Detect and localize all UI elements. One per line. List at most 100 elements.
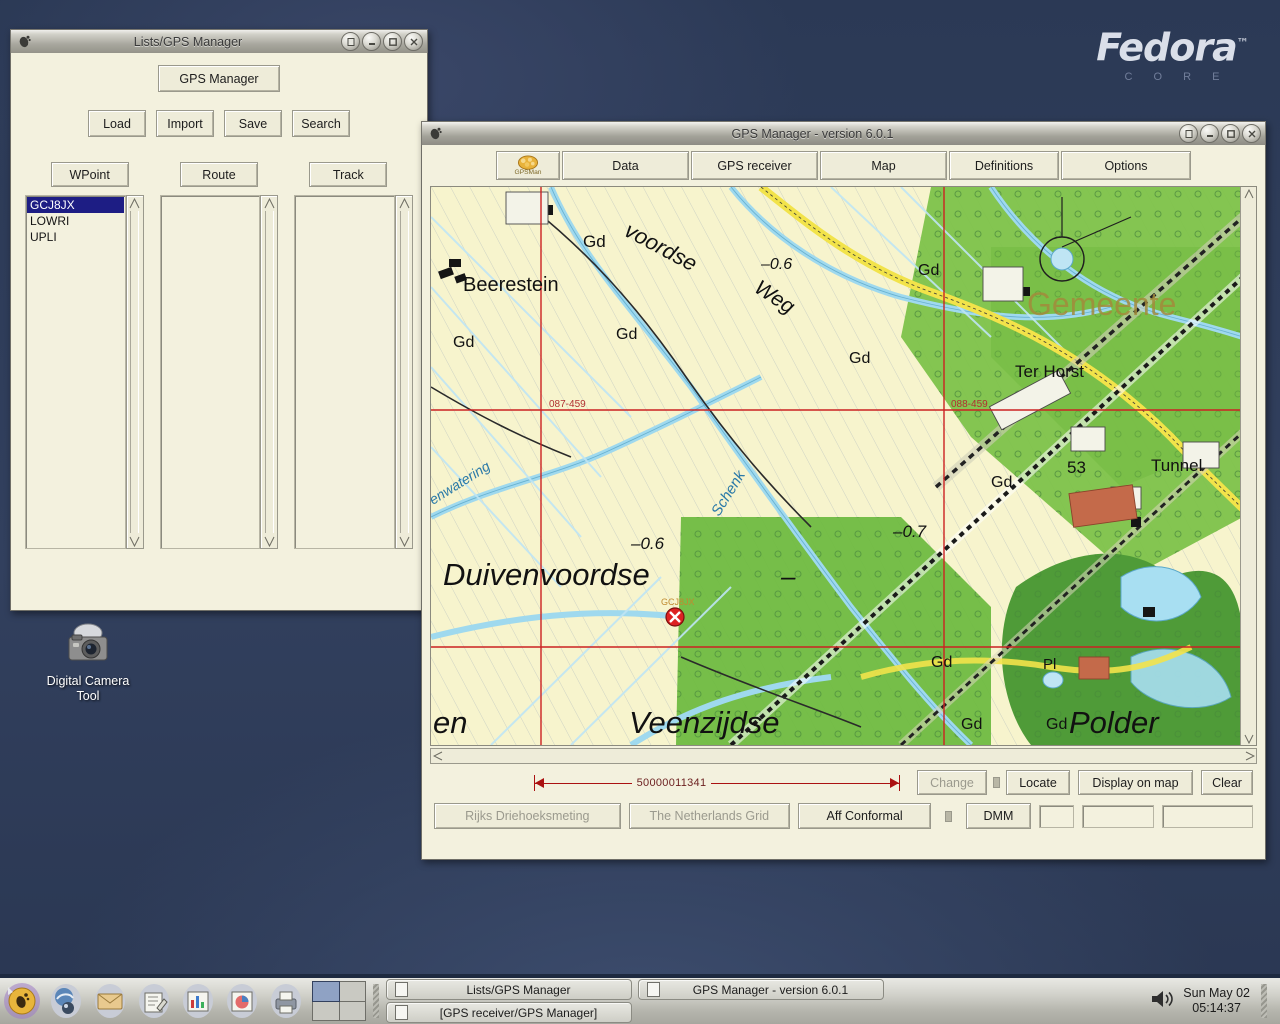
scroll-left-arrow-icon[interactable] [431, 751, 444, 761]
svg-text:53: 53 [1067, 458, 1086, 477]
window-menu-icon[interactable] [424, 124, 446, 143]
tray-grip[interactable] [1261, 984, 1267, 1018]
window-lists-gps-manager[interactable]: Lists/GPS Manager GPS Manager Load Impor… [10, 29, 428, 611]
gpsman-logo-button[interactable]: GPSMan [496, 151, 560, 180]
taskbar-item-lists-gps-manager[interactable]: Lists/GPS Manager [386, 979, 632, 1000]
digital-camera-icon [30, 618, 146, 668]
wpoint-listbox[interactable]: GCJ8JX LOWRI UPLI [25, 195, 126, 549]
scroll-trough[interactable] [399, 211, 409, 533]
workspace-2[interactable] [339, 982, 365, 1001]
netherlands-grid-button[interactable]: The Netherlands Grid [628, 803, 790, 829]
coord-field-3[interactable] [1162, 804, 1254, 828]
maximize-button[interactable] [1221, 124, 1240, 143]
locate-button[interactable]: Locate [1006, 770, 1070, 795]
wpoint-scrollbar[interactable] [125, 195, 144, 549]
gps-manager-header-button[interactable]: GPS Manager [158, 65, 280, 92]
scroll-down-arrow-icon[interactable] [397, 534, 411, 548]
clear-button[interactable]: Clear [1201, 770, 1253, 795]
dmm-button[interactable]: DMM [965, 803, 1032, 829]
email-icon[interactable] [88, 980, 132, 1022]
window-body-lists: GPS Manager Load Import Save Search WPoi… [10, 53, 428, 611]
list-item[interactable]: GCJ8JX [27, 197, 124, 213]
titlebar-gps[interactable]: GPS Manager - version 6.0.1 [421, 121, 1266, 145]
load-button[interactable]: Load [88, 110, 146, 137]
shade-button[interactable] [341, 32, 360, 51]
web-browser-icon[interactable] [44, 980, 88, 1022]
printer-icon[interactable] [264, 980, 308, 1022]
tab-data[interactable]: Data [562, 151, 689, 180]
scroll-trough[interactable] [264, 211, 274, 533]
tab-map[interactable]: Map [820, 151, 947, 180]
speaker-icon[interactable] [1149, 987, 1175, 1016]
workspace-3[interactable] [313, 1001, 339, 1020]
close-button[interactable] [1242, 124, 1261, 143]
taskbar-item-gps-manager[interactable]: GPS Manager - version 6.0.1 [638, 979, 884, 1000]
fedora-tm: ™ [1236, 36, 1249, 50]
map-vertical-scrollbar[interactable] [1240, 187, 1256, 745]
change-button[interactable]: Change [917, 770, 987, 795]
window-menu-icon[interactable] [13, 32, 35, 51]
aff-conformal-button[interactable]: Aff Conformal [797, 803, 932, 829]
track-listbox[interactable] [294, 195, 396, 549]
track-scrollbar[interactable] [395, 195, 414, 549]
titlebar-buttons-gps[interactable] [1179, 124, 1261, 143]
route-header-button[interactable]: Route [179, 162, 258, 187]
map-viewport[interactable]: 087-459 088-459 Beerestein Gd Gd Gd Gd G… [430, 186, 1257, 746]
map-canvas[interactable]: 087-459 088-459 Beerestein Gd Gd Gd Gd G… [431, 187, 1240, 745]
start-menu-icon[interactable] [0, 980, 44, 1022]
search-button[interactable]: Search [292, 110, 350, 137]
close-button[interactable] [404, 32, 423, 51]
panel-grip[interactable] [373, 984, 379, 1018]
tab-options[interactable]: Options [1061, 151, 1191, 180]
window-gps-manager[interactable]: GPS Manager - version 6.0.1 GPSMan Data … [421, 121, 1266, 860]
clock[interactable]: Sun May 02 05:14:37 [1183, 986, 1250, 1016]
route-listbox[interactable] [159, 195, 261, 549]
rijks-driehoeksmeting-button[interactable]: Rijks Driehoeksmeting [434, 803, 621, 829]
presentation-icon[interactable] [220, 980, 264, 1022]
clock-date: Sun May 02 [1183, 986, 1250, 1000]
scroll-trough[interactable] [130, 211, 140, 533]
coord-field-2[interactable] [1081, 804, 1155, 828]
desktop-icon-digital-camera-tool[interactable]: Digital Camera Tool [30, 618, 146, 704]
list-item[interactable]: LOWRI [27, 213, 124, 229]
coord-field-1[interactable] [1039, 804, 1074, 828]
minimize-button[interactable] [362, 32, 381, 51]
taskbar[interactable]: Lists/GPS Manager GPS Manager - version … [0, 974, 1280, 1024]
titlebar-buttons-lists[interactable] [341, 32, 423, 51]
taskbar-item-gps-receiver[interactable]: [GPS receiver/GPS Manager] [386, 1002, 632, 1023]
save-button[interactable]: Save [224, 110, 282, 137]
scroll-down-arrow-icon[interactable] [128, 534, 142, 548]
import-button[interactable]: Import [156, 110, 214, 137]
spreadsheet-icon[interactable] [176, 980, 220, 1022]
shade-button[interactable] [1179, 124, 1198, 143]
scroll-down-arrow-icon[interactable] [262, 534, 276, 548]
maximize-button[interactable] [383, 32, 402, 51]
scroll-right-arrow-icon[interactable] [1243, 751, 1256, 761]
list-item[interactable]: UPLI [27, 229, 124, 245]
titlebar-lists[interactable]: Lists/GPS Manager [10, 29, 428, 53]
svg-text:–0.6: –0.6 [760, 256, 792, 273]
svg-text:en: en [433, 705, 467, 740]
minimize-button[interactable] [1200, 124, 1219, 143]
desktop[interactable]: Fedora™ C O R E Digital Camera Tool List… [0, 0, 1280, 1024]
tab-definitions[interactable]: Definitions [949, 151, 1059, 180]
svg-text:Gd: Gd [583, 232, 606, 251]
scroll-up-arrow-icon[interactable] [397, 196, 411, 210]
gpsman-logo-icon: GPSMan [505, 155, 551, 176]
workspace-1[interactable] [312, 981, 340, 1002]
svg-text:Gd: Gd [961, 716, 982, 733]
tab-gps-receiver[interactable]: GPS receiver [691, 151, 818, 180]
gps-controls-row-1: 50000011341 Change Locate Display on map… [422, 770, 1265, 795]
wpoint-header-button[interactable]: WPoint [50, 162, 129, 187]
workspace-pager[interactable] [312, 981, 366, 1021]
map-horizontal-scrollbar[interactable] [430, 748, 1257, 764]
track-header-button[interactable]: Track [309, 162, 388, 187]
display-on-map-button[interactable]: Display on map [1078, 770, 1193, 795]
route-scrollbar[interactable] [260, 195, 279, 549]
scroll-up-arrow-icon[interactable] [128, 196, 142, 210]
scroll-up-arrow-icon[interactable] [1244, 187, 1254, 200]
scroll-up-arrow-icon[interactable] [262, 196, 276, 210]
scroll-down-arrow-icon[interactable] [1244, 732, 1254, 745]
text-editor-icon[interactable] [132, 980, 176, 1022]
workspace-4[interactable] [339, 1001, 365, 1020]
